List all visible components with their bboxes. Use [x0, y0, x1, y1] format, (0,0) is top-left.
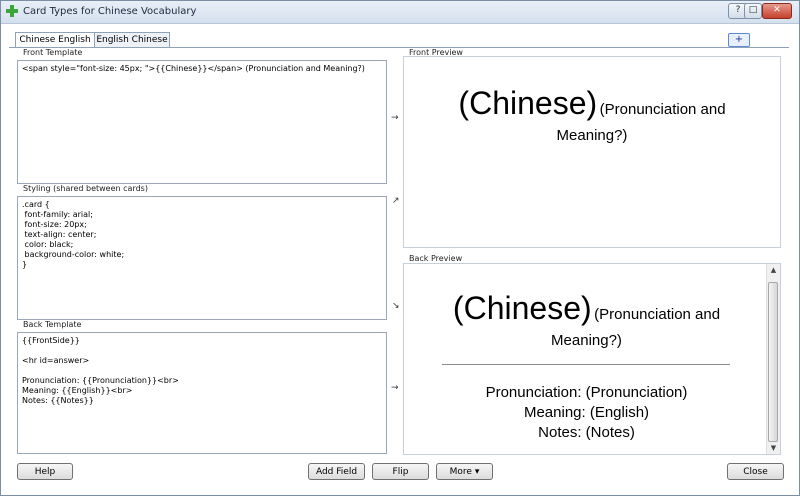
back-preview-scrollbar[interactable]: ▲ ▼ — [766, 264, 780, 454]
more-button[interactable]: More ▾ — [436, 463, 493, 480]
add-card-type-button[interactable]: + — [728, 33, 750, 47]
close-button[interactable]: Close — [727, 463, 784, 480]
styling-up-arrow-icon: ↗ — [392, 196, 400, 206]
back-template-editor[interactable]: {{FrontSide}} <hr id=answer> Pronunciati… — [17, 332, 387, 454]
back-template-label: Back Template — [21, 320, 84, 329]
front-preview-meaning: Meaning?) — [556, 127, 628, 144]
scroll-thumb[interactable] — [768, 282, 778, 442]
front-arrow-icon: → — [391, 113, 399, 123]
front-preview-question: (Chinese) (Pronunciation and — [404, 85, 780, 122]
styling-label: Styling (shared between cards) — [21, 184, 150, 193]
front-preview-pronunciation: (Pronunciation and — [599, 101, 726, 118]
window-title: Card Types for Chinese Vocabulary — [23, 6, 197, 17]
maximize-button[interactable]: □ — [744, 3, 762, 19]
answer-divider — [442, 364, 730, 365]
back-preview-pronunciation: (Pronunciation and — [594, 306, 721, 323]
tab-english-chinese[interactable]: English Chinese — [94, 32, 170, 47]
back-preview-meaning: Meaning?) — [551, 332, 622, 349]
scroll-down-icon[interactable]: ▼ — [767, 442, 780, 454]
scroll-up-icon[interactable]: ▲ — [767, 264, 780, 276]
tab-divider — [9, 47, 789, 48]
front-preview-pane: (Chinese) (Pronunciation and Meaning?) — [403, 56, 781, 248]
back-preview-answer-meaning: Meaning: (English) — [523, 404, 650, 421]
title-bar[interactable]: Card Types for Chinese Vocabulary ? □ ✕ — [1, 1, 799, 24]
back-preview-question: (Chinese) (Pronunciation and — [404, 290, 769, 327]
back-preview-pane[interactable]: (Chinese) (Pronunciation and Meaning?) P… — [403, 263, 781, 455]
dialog-window: Card Types for Chinese Vocabulary ? □ ✕ … — [0, 0, 800, 496]
flip-button[interactable]: Flip — [372, 463, 429, 480]
close-window-button[interactable]: ✕ — [762, 3, 792, 19]
styling-editor[interactable]: .card { font-family: arial; font-size: 2… — [17, 196, 387, 320]
back-preview-chinese: (Chinese) — [452, 290, 592, 326]
back-arrow-icon: → — [391, 383, 399, 393]
back-preview-label: Back Preview — [407, 254, 465, 263]
help-button[interactable]: Help — [17, 463, 73, 480]
styling-down-arrow-icon: ↘ — [392, 301, 400, 311]
back-preview-answer-notes: Notes: (Notes) — [538, 424, 635, 441]
front-preview-chinese: (Chinese) — [458, 85, 598, 121]
back-preview-answer-pronunciation: Pronunciation: (Pronunciation) — [485, 384, 688, 401]
add-field-button[interactable]: Add Field — [308, 463, 365, 480]
tab-chinese-english[interactable]: Chinese English — [15, 32, 95, 48]
front-template-editor[interactable]: <span style="font-size: 45px; ">{{Chines… — [17, 60, 387, 184]
front-template-label: Front Template — [21, 48, 85, 57]
app-plus-icon — [6, 5, 18, 17]
